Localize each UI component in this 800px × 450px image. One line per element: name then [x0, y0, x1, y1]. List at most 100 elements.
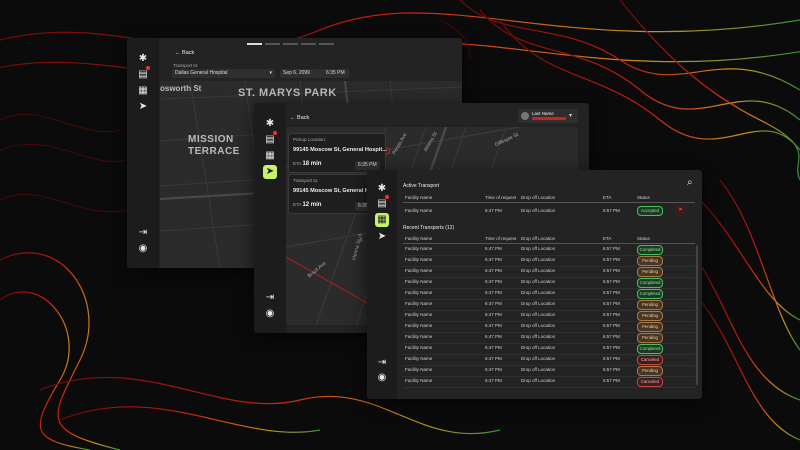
cell-eta: 6:57 PM — [603, 290, 620, 295]
active-row[interactable]: Facility Name 6:47 PM Drop off Location … — [403, 204, 695, 218]
asterisk-icon[interactable]: ✱ — [367, 182, 397, 196]
recent-transports-table: Facility Name Time of request Drop off L… — [403, 233, 698, 393]
status-badge: Accepted — [637, 206, 663, 216]
step — [301, 43, 316, 45]
grid-icon[interactable]: ▦ — [375, 213, 389, 227]
back-button[interactable]: ← Back — [290, 115, 309, 121]
cell-facility: Facility Name — [405, 301, 433, 306]
cell-eta: 6:57 PM — [603, 312, 620, 317]
cell-time: 6:47 PM — [485, 378, 502, 383]
cell-dropoff: Drop off Location — [521, 378, 556, 383]
cell-time: 6:47 PM — [485, 356, 502, 361]
scrollbar[interactable] — [696, 245, 698, 385]
cell-time: 6:47 PM — [485, 208, 502, 213]
recent-transports-title: Recent Transports (12) — [403, 225, 455, 231]
pickup-eta: ETA 18 min — [293, 161, 321, 167]
cell-dropoff: Drop off Location — [521, 268, 556, 273]
cell-time: 6:47 PM — [485, 290, 502, 295]
navigate-button[interactable]: ➤ — [675, 205, 686, 216]
header-divider — [403, 202, 695, 203]
status-badge: Pending — [637, 256, 663, 266]
status-badge: Pending — [637, 322, 663, 332]
cell-time: 6:47 PM — [485, 345, 502, 350]
cell-facility: Facility Name — [405, 246, 433, 251]
user-menu[interactable]: Last Name ▾ — [518, 109, 578, 123]
time-field[interactable]: 6:35 PM — [323, 69, 349, 78]
back-label: Back — [182, 50, 195, 56]
cell-eta: 6:57 PM — [603, 334, 620, 339]
header-eta: ETA — [603, 236, 612, 241]
pickup-card[interactable]: Pickup Location: 99145 Moscow St, Genera… — [288, 133, 387, 173]
eta-value: 18 min — [302, 161, 322, 167]
cell-dropoff: Drop off Location — [521, 290, 556, 295]
eta-label: ETA — [293, 161, 302, 166]
header-time: Time of request — [485, 236, 517, 241]
cell-facility: Facility Name — [405, 268, 433, 273]
status-badge: Canceled — [637, 377, 663, 387]
cell-eta: 6:57 PM — [603, 257, 620, 262]
cell-facility: Facility Name — [405, 378, 433, 383]
cell-time: 6:47 PM — [485, 268, 502, 273]
cell-time: 6:47 PM — [485, 312, 502, 317]
avatar — [521, 112, 529, 120]
pickup-label: Pickup Location: — [293, 137, 327, 142]
document-icon[interactable]: ▤ — [367, 195, 397, 211]
user-subtitle-bar — [532, 117, 566, 120]
cell-dropoff: Drop off Location — [521, 334, 556, 339]
cell-facility: Facility Name — [405, 257, 433, 262]
cell-eta: 6:57 PM — [603, 345, 620, 350]
navigation-icon[interactable]: ➤ — [127, 100, 159, 114]
navigation-icon[interactable]: ➤ — [263, 165, 277, 179]
cell-dropoff: Drop off Location — [521, 323, 556, 328]
chevron-down-icon: ▾ — [269, 70, 272, 76]
status-badge: Pending — [637, 267, 663, 277]
sidebar: ✱ ▤ ▦ ➤ ⇥ ◉ — [254, 103, 286, 333]
pickup-time: 6:35 PM — [355, 161, 380, 170]
step — [319, 43, 334, 45]
header-time: Time of request — [485, 195, 517, 200]
asterisk-icon[interactable]: ✱ — [254, 117, 286, 131]
asterisk-icon[interactable]: ✱ — [127, 52, 159, 66]
step — [265, 43, 280, 45]
cell-dropoff: Drop off Location — [521, 257, 556, 262]
chevron-down-icon: ▾ — [569, 113, 573, 119]
cell-dropoff: Drop off Location — [521, 301, 556, 306]
map-label-street: osworth St — [160, 84, 202, 93]
transport-label: Transport to: — [293, 178, 319, 183]
map-label-district-2: TERRACE — [188, 146, 240, 157]
user-icon[interactable]: ◉ — [254, 307, 286, 321]
cell-dropoff: Drop off Location — [521, 246, 556, 251]
user-icon[interactable]: ◉ — [367, 371, 397, 385]
hospital-select[interactable]: Dallas General Hospital ▾ — [172, 69, 275, 78]
document-icon[interactable]: ▤ — [254, 131, 286, 147]
document-icon[interactable]: ▤ — [127, 66, 159, 82]
step-active — [247, 43, 262, 45]
grid-icon[interactable]: ▦ — [254, 149, 286, 163]
cell-facility: Facility Name — [405, 208, 433, 213]
table-row[interactable]: Facility Name 6:47 PM Drop off Location 6:5… — [403, 376, 695, 388]
transport-address: 99145 Moscow St, General Hosp — [293, 188, 379, 194]
search-icon[interactable]: ⌕ — [687, 177, 693, 188]
active-transport-title: Active Transport — [403, 183, 440, 189]
document-glyph: ▤ — [138, 69, 148, 80]
cell-dropoff: Drop off Location — [521, 356, 556, 361]
logout-icon[interactable]: ⇥ — [254, 291, 286, 305]
cell-dropoff: Drop off Location — [521, 208, 556, 213]
navigation-icon[interactable]: ➤ — [367, 230, 397, 244]
status-badge: Completed — [637, 278, 663, 288]
header-status: Status — [637, 195, 650, 200]
header-status: Status — [637, 236, 650, 241]
notification-badge — [273, 131, 277, 135]
logout-icon[interactable]: ⇥ — [367, 356, 397, 370]
transport-eta: ETA 12 min — [293, 202, 321, 208]
eta-value: 12 min — [302, 202, 322, 208]
cell-time: 6:47 PM — [485, 257, 502, 262]
cell-eta: 6:57 PM — [603, 301, 620, 306]
grid-icon[interactable]: ▦ — [127, 84, 159, 98]
back-label: Back — [297, 115, 310, 121]
progress-steps — [247, 43, 342, 45]
back-button[interactable]: ← Back — [175, 50, 194, 56]
date-field[interactable]: Sep 6, 2099 — [280, 69, 324, 78]
user-icon[interactable]: ◉ — [127, 242, 159, 256]
logout-icon[interactable]: ⇥ — [127, 226, 159, 240]
